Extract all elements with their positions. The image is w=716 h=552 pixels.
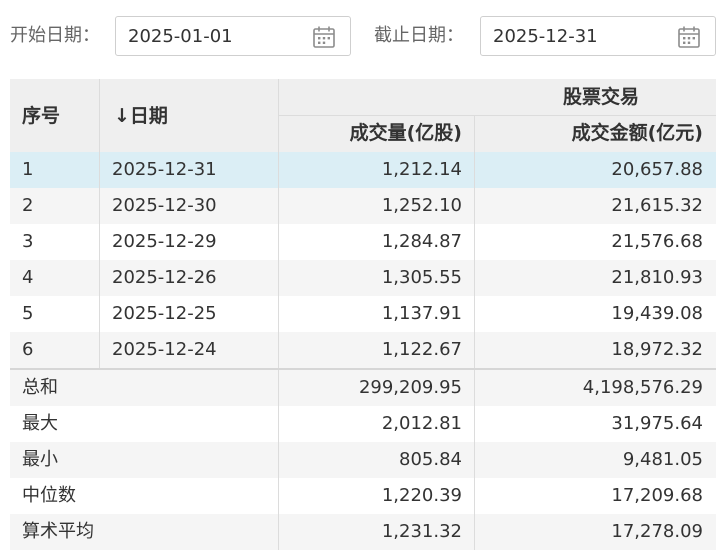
table-row[interactable]: 3 2025-12-29 1,284.87 21,576.68 [10,224,716,260]
summary-amount: 4,198,576.29 [582,377,703,398]
cell-seq: 5 [22,303,34,324]
cell-date: 2025-12-26 [112,267,217,288]
cell-volume: 1,137.91 [381,303,462,324]
date-filter-bar: 开始日期： 2025-01-01 截止日期： 2025-12-31 [0,0,716,72]
cell-volume: 1,284.87 [381,231,462,252]
header-divider [99,79,100,152]
column-divider [278,152,279,368]
summary-row-median: 中位数 1,220.39 17,209.68 [10,478,716,514]
column-header-seq[interactable]: 序号 [22,104,60,128]
table-row[interactable]: 6 2025-12-24 1,122.67 18,972.32 [10,332,716,368]
summary-amount: 9,481.05 [622,449,703,470]
cell-volume: 1,305.55 [381,267,462,288]
summary-label: 总和 [22,377,58,398]
summary-volume: 805.84 [399,449,462,470]
column-divider [474,370,475,550]
cell-amount: 21,810.93 [611,267,703,288]
column-header-volume[interactable]: 成交量(亿股) [278,121,462,145]
cell-seq: 6 [22,339,34,360]
column-divider [278,370,279,550]
cell-amount: 18,972.32 [611,339,703,360]
table-row[interactable]: 2 2025-12-30 1,252.10 21,615.32 [10,188,716,224]
summary-label: 最大 [22,413,58,434]
cell-amount: 21,576.68 [611,231,703,252]
calendar-icon[interactable] [312,25,336,49]
summary-amount: 17,278.09 [611,521,703,542]
cell-date: 2025-12-25 [112,303,217,324]
cell-seq: 4 [22,267,34,288]
table-header: 序号 ↓日期 股票交易 成交量(亿股) 成交金额(亿元) [10,79,716,152]
table-row[interactable]: 5 2025-12-25 1,137.91 19,439.08 [10,296,716,332]
cell-amount: 21,615.32 [611,195,703,216]
summary-amount: 31,975.64 [611,413,703,434]
cell-date: 2025-12-24 [112,339,217,360]
summary-label: 最小 [22,449,58,470]
header-divider [474,115,475,152]
summary-volume: 2,012.81 [381,413,462,434]
cell-date: 2025-12-30 [112,195,217,216]
column-group-stock-trading: 股票交易 [563,86,640,108]
summary-volume: 299,209.95 [358,377,462,398]
table-row[interactable]: 4 2025-12-26 1,305.55 21,810.93 [10,260,716,296]
summary-row-sum: 总和 299,209.95 4,198,576.29 [10,370,716,406]
table-row-selected[interactable]: 1 2025-12-31 1,212.14 20,657.88 [10,152,716,188]
cell-volume: 1,252.10 [381,195,462,216]
cell-seq: 2 [22,195,34,216]
summary-row-max: 最大 2,012.81 31,975.64 [10,406,716,442]
column-header-date-sort-desc[interactable]: ↓日期 [114,104,168,128]
end-date-input[interactable]: 2025-12-31 [480,16,716,56]
cell-date: 2025-12-29 [112,231,217,252]
column-header-amount[interactable]: 成交金额(亿元) [474,121,703,145]
end-date-label: 截止日期： [374,25,464,46]
start-date-input[interactable]: 2025-01-01 [115,16,351,56]
summary-row-min: 最小 805.84 9,481.05 [10,442,716,478]
column-divider [474,152,475,368]
cell-volume: 1,122.67 [381,339,462,360]
calendar-icon[interactable] [677,25,701,49]
summary-row-mean: 算术平均 1,231.32 17,278.09 [10,514,716,550]
start-date-value: 2025-01-01 [128,26,233,47]
summary-label: 中位数 [22,485,76,506]
column-divider [99,152,100,368]
cell-volume: 1,212.14 [381,159,462,180]
summary-label: 算术平均 [22,521,94,542]
summary-volume: 1,231.32 [381,521,462,542]
summary-amount: 17,209.68 [611,485,703,506]
header-divider [278,115,716,116]
cell-date: 2025-12-31 [112,159,217,180]
cell-seq: 3 [22,231,34,252]
cell-amount: 19,439.08 [611,303,703,324]
cell-seq: 1 [22,159,34,180]
cell-amount: 20,657.88 [611,159,703,180]
summary-volume: 1,220.39 [381,485,462,506]
start-date-label: 开始日期： [10,25,100,46]
end-date-value: 2025-12-31 [493,26,598,47]
